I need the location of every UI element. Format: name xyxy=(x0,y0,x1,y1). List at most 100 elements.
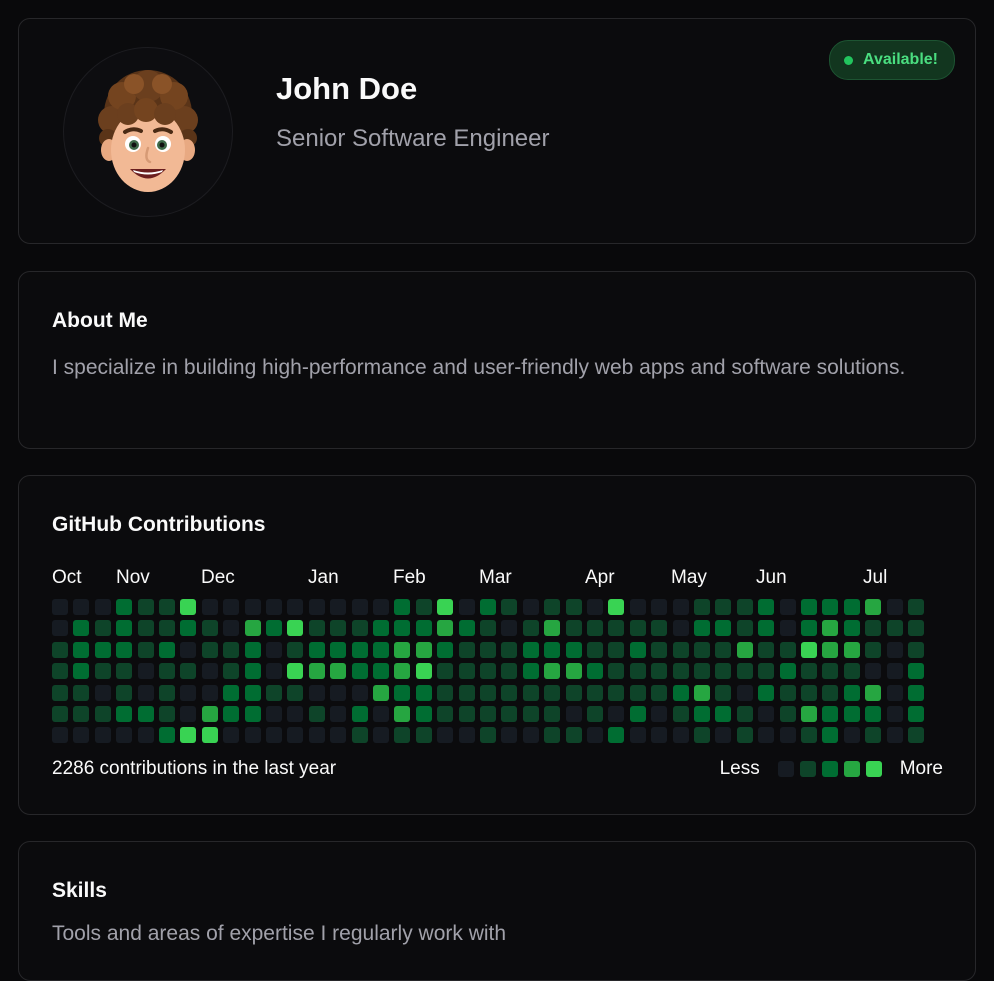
contribution-cell[interactable] xyxy=(330,727,346,743)
contribution-cell[interactable] xyxy=(715,599,731,615)
contribution-cell[interactable] xyxy=(373,620,389,636)
contribution-cell[interactable] xyxy=(801,663,817,679)
contribution-cell[interactable] xyxy=(330,642,346,658)
contribution-cell[interactable] xyxy=(266,642,282,658)
contribution-cell[interactable] xyxy=(630,599,646,615)
contribution-cell[interactable] xyxy=(887,620,903,636)
contribution-cell[interactable] xyxy=(758,685,774,701)
contribution-cell[interactable] xyxy=(266,599,282,615)
contribution-cell[interactable] xyxy=(309,685,325,701)
contribution-cell[interactable] xyxy=(459,620,475,636)
contribution-cell[interactable] xyxy=(437,620,453,636)
contribution-cell[interactable] xyxy=(287,642,303,658)
contribution-cell[interactable] xyxy=(630,727,646,743)
contribution-cell[interactable] xyxy=(352,599,368,615)
contribution-cell[interactable] xyxy=(587,642,603,658)
contribution-cell[interactable] xyxy=(608,685,624,701)
contribution-cell[interactable] xyxy=(651,599,667,615)
contribution-cell[interactable] xyxy=(245,685,261,701)
contribution-cell[interactable] xyxy=(480,706,496,722)
contribution-cell[interactable] xyxy=(822,685,838,701)
contribution-cell[interactable] xyxy=(52,727,68,743)
contribution-cell[interactable] xyxy=(908,685,924,701)
contribution-cell[interactable] xyxy=(737,706,753,722)
contribution-cell[interactable] xyxy=(330,706,346,722)
contribution-cell[interactable] xyxy=(52,642,68,658)
contribution-cell[interactable] xyxy=(373,663,389,679)
contribution-cell[interactable] xyxy=(587,727,603,743)
contribution-cell[interactable] xyxy=(159,727,175,743)
contribution-cell[interactable] xyxy=(394,599,410,615)
contribution-cell[interactable] xyxy=(202,685,218,701)
contribution-cell[interactable] xyxy=(245,642,261,658)
contribution-cell[interactable] xyxy=(416,620,432,636)
contribution-cell[interactable] xyxy=(223,727,239,743)
contribution-cell[interactable] xyxy=(116,706,132,722)
contribution-cell[interactable] xyxy=(202,620,218,636)
contribution-cell[interactable] xyxy=(887,642,903,658)
contribution-cell[interactable] xyxy=(116,685,132,701)
contribution-cell[interactable] xyxy=(309,706,325,722)
contribution-cell[interactable] xyxy=(352,663,368,679)
contribution-cell[interactable] xyxy=(180,706,196,722)
contribution-cell[interactable] xyxy=(202,706,218,722)
contribution-cell[interactable] xyxy=(523,727,539,743)
contribution-cell[interactable] xyxy=(501,706,517,722)
contribution-cell[interactable] xyxy=(587,620,603,636)
contribution-cell[interactable] xyxy=(566,685,582,701)
contribution-cell[interactable] xyxy=(737,620,753,636)
contribution-cell[interactable] xyxy=(673,599,689,615)
contribution-cell[interactable] xyxy=(544,642,560,658)
contribution-cell[interactable] xyxy=(780,620,796,636)
contribution-cell[interactable] xyxy=(908,599,924,615)
contribution-cell[interactable] xyxy=(908,642,924,658)
contribution-cell[interactable] xyxy=(673,663,689,679)
contribution-cell[interactable] xyxy=(887,599,903,615)
contribution-cell[interactable] xyxy=(523,642,539,658)
contribution-cell[interactable] xyxy=(202,642,218,658)
contribution-cell[interactable] xyxy=(715,663,731,679)
contribution-cell[interactable] xyxy=(780,727,796,743)
contribution-cell[interactable] xyxy=(159,685,175,701)
contribution-cell[interactable] xyxy=(587,663,603,679)
contribution-cell[interactable] xyxy=(245,706,261,722)
contribution-cell[interactable] xyxy=(352,706,368,722)
contribution-cell[interactable] xyxy=(651,706,667,722)
contribution-cell[interactable] xyxy=(887,685,903,701)
contribution-cell[interactable] xyxy=(630,685,646,701)
contribution-cell[interactable] xyxy=(437,706,453,722)
contribution-cell[interactable] xyxy=(52,620,68,636)
contribution-cell[interactable] xyxy=(480,727,496,743)
contribution-cell[interactable] xyxy=(673,642,689,658)
contribution-cell[interactable] xyxy=(437,599,453,615)
contribution-cell[interactable] xyxy=(801,620,817,636)
contribution-cell[interactable] xyxy=(73,706,89,722)
contribution-cell[interactable] xyxy=(352,685,368,701)
contribution-cell[interactable] xyxy=(801,642,817,658)
contribution-cell[interactable] xyxy=(523,663,539,679)
contribution-cell[interactable] xyxy=(116,663,132,679)
contribution-cell[interactable] xyxy=(416,663,432,679)
contribution-cell[interactable] xyxy=(287,663,303,679)
contribution-cell[interactable] xyxy=(394,663,410,679)
contribution-cell[interactable] xyxy=(887,663,903,679)
contribution-cell[interactable] xyxy=(737,685,753,701)
contribution-cell[interactable] xyxy=(630,663,646,679)
contribution-cell[interactable] xyxy=(844,706,860,722)
contribution-cell[interactable] xyxy=(865,620,881,636)
contribution-cell[interactable] xyxy=(223,599,239,615)
contribution-cell[interactable] xyxy=(801,727,817,743)
contribution-cell[interactable] xyxy=(865,685,881,701)
contribution-cell[interactable] xyxy=(694,727,710,743)
contribution-cell[interactable] xyxy=(416,727,432,743)
contribution-cell[interactable] xyxy=(180,599,196,615)
contribution-cell[interactable] xyxy=(801,706,817,722)
contribution-cell[interactable] xyxy=(480,685,496,701)
contribution-cell[interactable] xyxy=(694,599,710,615)
contribution-cell[interactable] xyxy=(908,620,924,636)
contribution-cell[interactable] xyxy=(673,727,689,743)
contribution-cell[interactable] xyxy=(459,727,475,743)
contribution-cell[interactable] xyxy=(758,706,774,722)
contribution-cell[interactable] xyxy=(651,642,667,658)
contribution-cell[interactable] xyxy=(138,642,154,658)
